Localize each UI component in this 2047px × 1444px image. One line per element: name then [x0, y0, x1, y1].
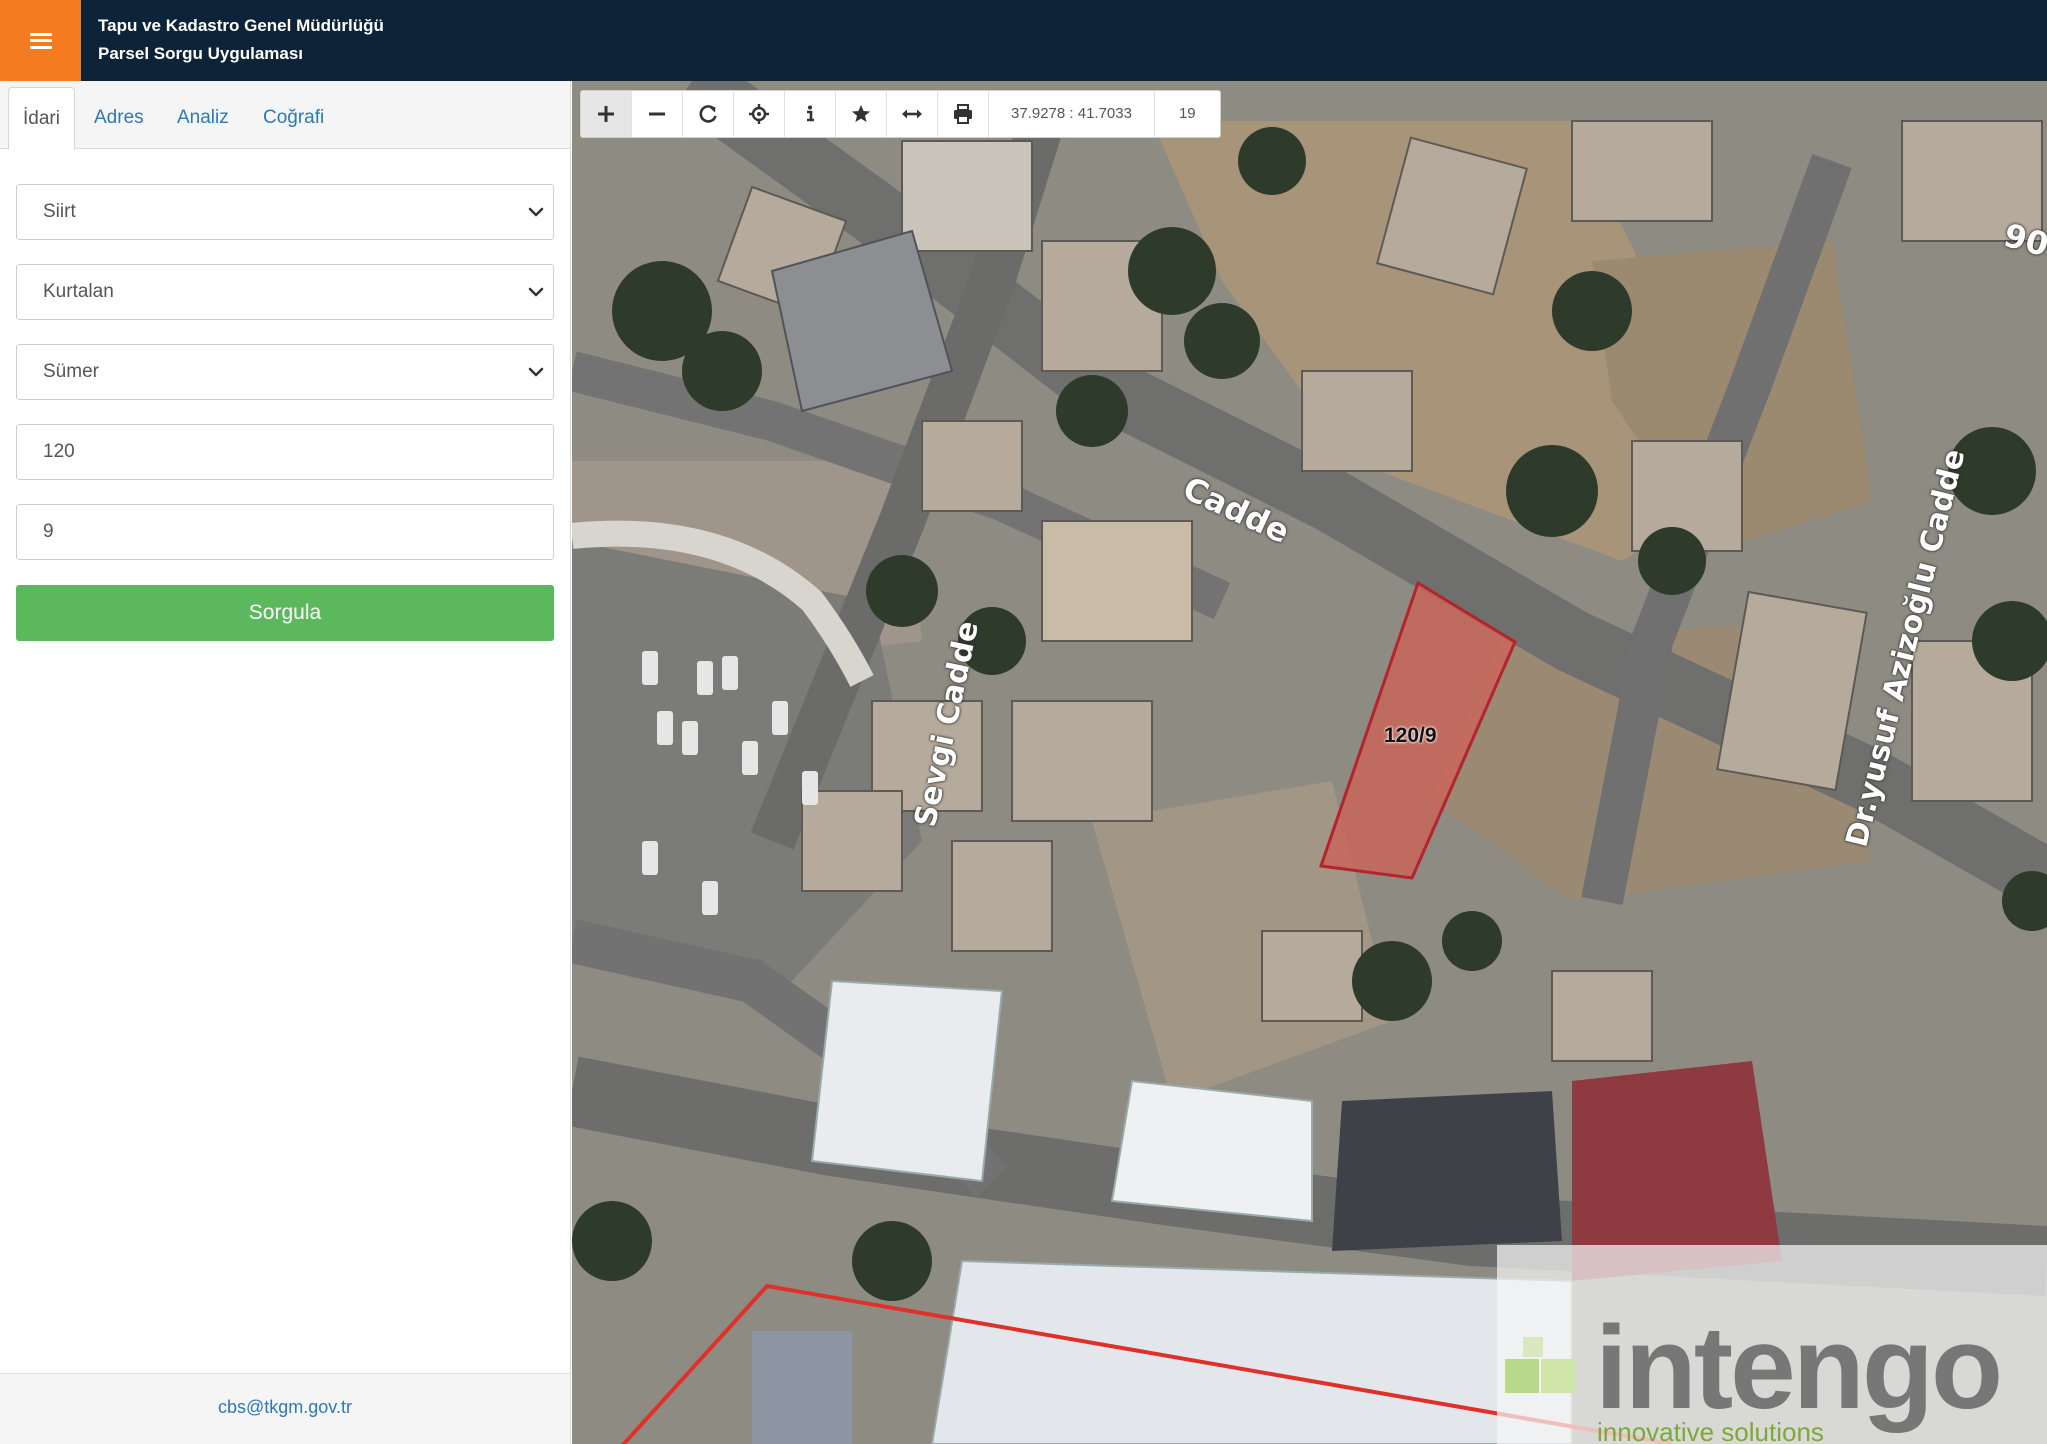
zoom-in-button[interactable]	[581, 91, 632, 137]
tab-idari[interactable]: İdari	[8, 87, 75, 150]
tab-cografi[interactable]: Coğrafi	[249, 87, 338, 150]
satellite-imagery	[572, 81, 2047, 1444]
refresh-button[interactable]	[683, 91, 734, 137]
province-value: Siirt	[43, 201, 76, 222]
chevron-down-icon	[528, 207, 544, 217]
neighborhood-value: Sümer	[43, 361, 99, 382]
block-number-value: 120	[43, 441, 75, 462]
org-title: Tapu ve Kadastro Genel Müdürlüğü	[98, 16, 384, 35]
query-tabs: İdari Adres Analiz Coğrafi	[0, 81, 570, 150]
bookmark-star-icon	[852, 105, 870, 122]
district-select[interactable]: Kurtalan	[16, 264, 554, 320]
query-sidebar: İdari Adres Analiz Coğrafi Siirt Kurtala…	[0, 81, 571, 1444]
measure-button[interactable]	[887, 91, 938, 137]
app-header: Tapu ve Kadastro Genel Müdürlüğü Parsel …	[0, 0, 2047, 81]
block-number-input[interactable]: 120	[16, 424, 554, 480]
district-value: Kurtalan	[43, 281, 114, 302]
province-select[interactable]: Siirt	[16, 184, 554, 240]
hamburger-icon	[29, 32, 52, 49]
zoom-out-icon	[649, 112, 665, 116]
intengo-logo-icon	[1505, 1337, 1575, 1393]
zoom-in-icon	[598, 106, 614, 122]
chevron-down-icon	[528, 287, 544, 297]
map-toolbar: 37.9278 : 41.7033 19	[580, 90, 1221, 138]
tab-analiz[interactable]: Analiz	[163, 87, 243, 150]
intengo-watermark: intengo innovative solutions	[1497, 1245, 2047, 1444]
parcel-number-value: 9	[43, 521, 54, 542]
app-titles: Tapu ve Kadastro Genel Müdürlüğü Parsel …	[98, 12, 384, 68]
sidebar-footer: cbs@tkgm.gov.tr	[0, 1373, 570, 1444]
menu-toggle-button[interactable]	[0, 0, 81, 81]
info-button[interactable]	[785, 91, 836, 137]
print-button[interactable]	[938, 91, 989, 137]
parcel-number-input[interactable]: 9	[16, 504, 554, 560]
contact-email-link[interactable]: cbs@tkgm.gov.tr	[218, 1397, 352, 1417]
tab-adres[interactable]: Adres	[80, 87, 158, 150]
measure-icon	[902, 109, 922, 119]
chevron-down-icon	[528, 367, 544, 377]
bookmark-button[interactable]	[836, 91, 887, 137]
query-submit-button[interactable]: Sorgula	[16, 585, 554, 641]
watermark-tagline: innovative solutions	[1597, 1417, 1824, 1444]
parcel-label[interactable]: 120/9	[1384, 724, 1437, 748]
coordinate-readout: 37.9278 : 41.7033	[989, 91, 1155, 137]
info-icon	[807, 105, 814, 122]
map-view[interactable]: Cadde Sevgi Cadde Dr.yusuf Azizoğlu Cadd…	[572, 81, 2047, 1444]
locate-icon	[749, 104, 769, 124]
zoom-level: 19	[1178, 105, 1196, 122]
refresh-icon	[699, 105, 717, 123]
print-icon	[954, 104, 972, 124]
neighborhood-select[interactable]: Sümer	[16, 344, 554, 400]
locate-button[interactable]	[734, 91, 785, 137]
app-title: Parsel Sorgu Uygulaması	[98, 44, 304, 63]
zoom-out-button[interactable]	[632, 91, 683, 137]
watermark-brand: intengo	[1595, 1302, 2003, 1434]
